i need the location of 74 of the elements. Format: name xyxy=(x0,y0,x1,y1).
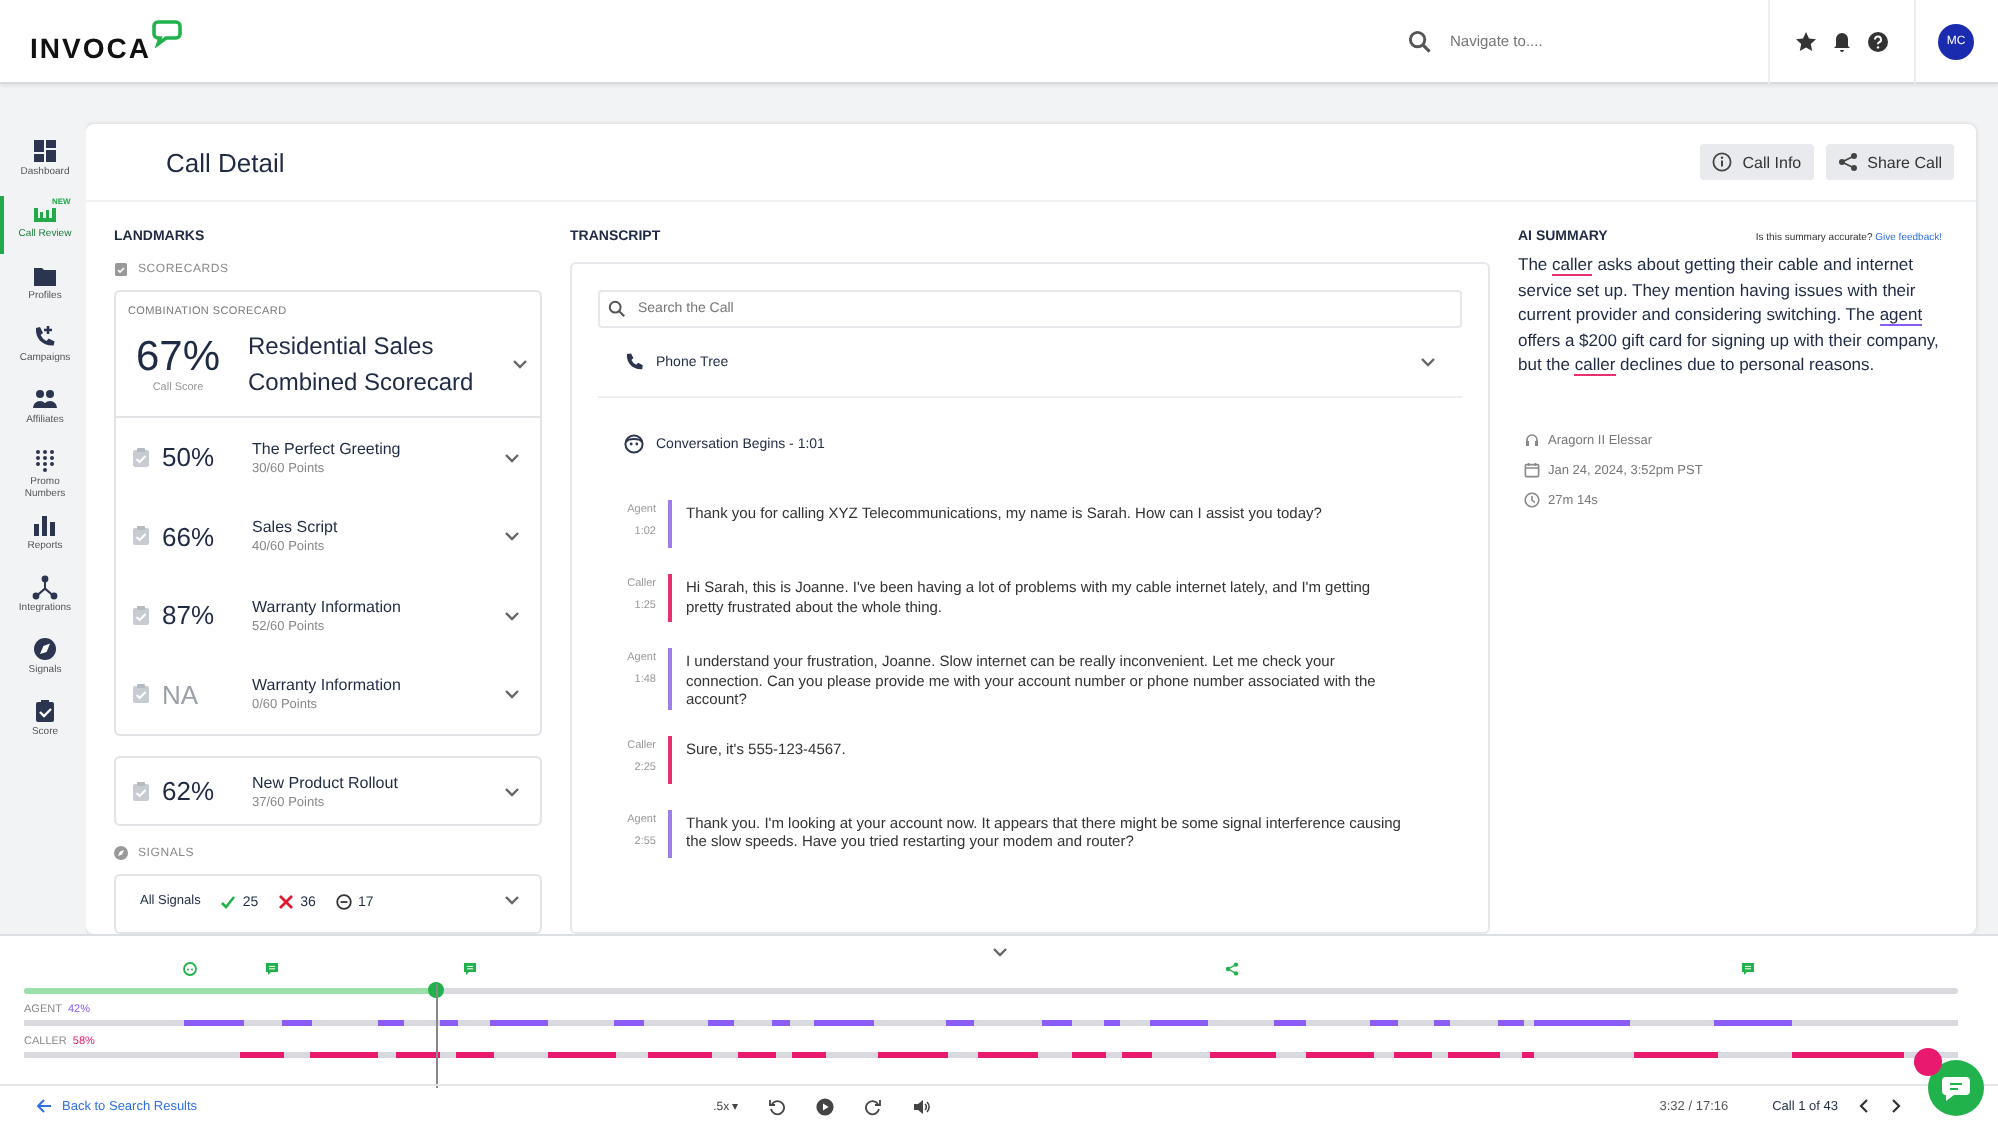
cross-icon xyxy=(278,894,295,910)
chevron-down-icon[interactable] xyxy=(512,358,528,370)
nav-icon xyxy=(32,324,58,350)
clipboard-check-icon xyxy=(132,605,150,626)
nav-icon xyxy=(32,386,58,412)
score-value: 66% xyxy=(162,521,217,552)
clock-icon xyxy=(1524,492,1540,508)
clipboard-check-icon xyxy=(132,447,150,468)
bell-icon[interactable] xyxy=(1830,29,1854,53)
rewind-icon[interactable] xyxy=(768,1097,787,1115)
scorecard-name: Warranty Information xyxy=(252,597,401,616)
nav-icon xyxy=(32,448,58,474)
check-icon xyxy=(220,894,237,910)
chevron-right-icon[interactable] xyxy=(1890,1098,1902,1114)
score-value: 87% xyxy=(162,600,217,631)
score-value: 50% xyxy=(162,442,217,473)
share-icon[interactable] xyxy=(1225,962,1239,976)
call-info-button[interactable]: Call Info xyxy=(1700,144,1814,180)
scorecard-title: Residential Sales Combined Scorecard xyxy=(248,330,476,400)
chevron-down-icon[interactable] xyxy=(504,894,520,906)
phone-icon xyxy=(624,352,644,372)
page-title: Call Detail xyxy=(166,147,285,177)
scorecard-name: Warranty Information xyxy=(252,676,401,695)
nav-icon xyxy=(32,636,58,662)
scorecard-name: The Perfect Greeting xyxy=(252,439,401,458)
chevron-down-icon[interactable] xyxy=(504,609,520,622)
speech-bubble-icon xyxy=(152,19,183,47)
star-icon[interactable] xyxy=(1794,29,1818,53)
minus-circle-icon xyxy=(335,894,352,910)
nav-icon xyxy=(32,138,58,164)
chevron-down-icon[interactable] xyxy=(504,688,520,701)
search-icon xyxy=(608,300,626,318)
score-value: 62% xyxy=(162,776,217,806)
nav-icon xyxy=(32,574,58,600)
scorecard-name: New Product Rollout xyxy=(252,773,398,791)
chat-icon[interactable] xyxy=(265,962,279,976)
clipboard-check-icon xyxy=(132,526,150,547)
progress-track[interactable] xyxy=(24,988,1958,994)
search-icon xyxy=(1408,29,1432,53)
scorecard-name: Sales Script xyxy=(252,518,338,537)
chevron-down-icon[interactable] xyxy=(504,530,520,543)
nav-icon xyxy=(32,512,58,538)
chat-icon[interactable] xyxy=(1741,962,1755,976)
compass-icon xyxy=(114,846,128,860)
notification-dot xyxy=(1914,1048,1942,1076)
chat-button[interactable] xyxy=(1928,1060,1984,1116)
share-icon xyxy=(1837,152,1858,172)
chevron-down-icon[interactable] xyxy=(504,451,520,464)
chevron-down-icon[interactable] xyxy=(991,946,1007,958)
chevron-left-icon[interactable] xyxy=(1858,1098,1870,1114)
face-icon[interactable] xyxy=(183,962,197,976)
help-icon[interactable] xyxy=(1866,29,1890,53)
chevron-down-icon[interactable] xyxy=(504,785,520,797)
face-icon xyxy=(624,434,644,454)
arrow-left-icon xyxy=(36,1098,52,1114)
nav-icon xyxy=(32,262,58,288)
call-score: 67% xyxy=(135,334,221,382)
logo-text: INVOCA xyxy=(30,31,151,63)
headset-icon xyxy=(1524,432,1540,448)
info-icon xyxy=(1712,152,1733,172)
chevron-down-icon[interactable] xyxy=(1420,356,1436,368)
calendar-icon xyxy=(1524,462,1540,478)
forward-icon[interactable] xyxy=(864,1097,883,1115)
volume-icon[interactable] xyxy=(912,1097,931,1115)
chat-icon[interactable] xyxy=(463,962,477,976)
play-icon[interactable] xyxy=(816,1097,835,1115)
clipboard-check-icon xyxy=(132,781,150,801)
summary-text: The caller asks about getting their cable and internet service set up. They mention having issues with their current provider and considering switching. The agent offers a $200 gift card for signing up with their company, but the caller declines due to personal reasons. xyxy=(1518,252,1941,377)
share-call-button[interactable]: Share Call xyxy=(1825,144,1954,180)
score-value: NA xyxy=(162,679,201,710)
chat-icon xyxy=(1940,1073,1972,1103)
clipboard-icon xyxy=(114,262,128,276)
nav-icon xyxy=(32,698,58,724)
clipboard-check-icon xyxy=(132,684,150,705)
